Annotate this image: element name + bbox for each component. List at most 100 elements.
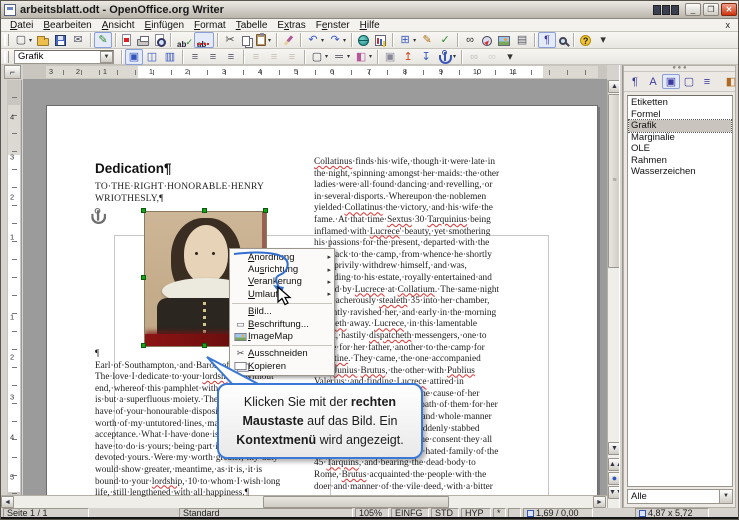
wrap-page-button[interactable]: ◫ bbox=[143, 49, 161, 65]
send-email-button[interactable]: ✉ bbox=[69, 32, 87, 48]
v-ruler[interactable]: 432112345 bbox=[7, 80, 22, 495]
paragraph-styles-button[interactable]: ¶ bbox=[626, 74, 644, 89]
undo-button[interactable]: ↶▾ bbox=[304, 32, 326, 48]
style-item-formel[interactable]: Formel bbox=[629, 109, 731, 121]
send-to-back-button[interactable]: ↧ bbox=[417, 49, 435, 65]
handle-mid-left[interactable] bbox=[141, 275, 146, 280]
new-document-button[interactable]: ▢▾ bbox=[12, 32, 34, 48]
toolbar-overflow-2-button[interactable]: ▾ bbox=[501, 49, 519, 65]
background-color-dropdown-icon[interactable]: ▾ bbox=[369, 53, 372, 60]
border-line-style-dropdown-icon[interactable]: ▾ bbox=[347, 53, 350, 60]
chevron-down-icon[interactable]: ▼ bbox=[719, 490, 732, 503]
context-item-bild[interactable]: Bild... bbox=[230, 306, 334, 318]
menu-ansicht[interactable]: Ansicht bbox=[97, 20, 140, 31]
gallery-button[interactable] bbox=[495, 32, 513, 48]
context-item-umlauf[interactable]: Umlauf▸ bbox=[230, 288, 334, 300]
cut-button[interactable]: ✂ bbox=[221, 32, 239, 48]
menu-bearbeiten[interactable]: Bearbeiten bbox=[38, 20, 96, 31]
close-document-button[interactable]: x bbox=[720, 20, 737, 30]
bring-to-front-button[interactable]: ↥ bbox=[399, 49, 417, 65]
handle-top-center[interactable] bbox=[202, 208, 207, 213]
context-item-anordnung[interactable]: Anordnung▸ bbox=[230, 251, 334, 263]
border-line-style-button[interactable]: ═▾ bbox=[330, 49, 352, 65]
redo-button[interactable]: ↷▾ bbox=[326, 32, 348, 48]
wrap-off-button[interactable]: ▣ bbox=[125, 49, 143, 65]
menu-datei[interactable]: Datei bbox=[5, 20, 38, 31]
page-preview-button[interactable] bbox=[152, 32, 167, 48]
open-button[interactable] bbox=[34, 32, 52, 48]
title-bar[interactable]: arbeitsblatt.odt - OpenOffice.org Writer… bbox=[1, 1, 739, 19]
context-item-verankerung[interactable]: Verankerung▸ bbox=[230, 276, 334, 288]
minimize-button[interactable]: _ bbox=[685, 3, 701, 16]
zoom-button[interactable] bbox=[556, 32, 570, 48]
find-replace-button[interactable]: ∞ bbox=[461, 32, 479, 48]
frame-styles-button[interactable]: ▣ bbox=[662, 74, 680, 89]
navigator-button[interactable] bbox=[479, 32, 495, 48]
context-item-ausrichtung[interactable]: Ausrichtung▸ bbox=[230, 263, 334, 275]
data-sources-button[interactable]: ▤ bbox=[513, 32, 531, 48]
menu-extras[interactable]: Extras bbox=[272, 20, 310, 31]
edit-file-button[interactable]: ✎ bbox=[94, 32, 112, 48]
nonprinting-characters-button[interactable]: ¶ bbox=[538, 32, 556, 48]
styles-filter-combobox[interactable]: Alle ▼ bbox=[627, 489, 733, 504]
save-button[interactable] bbox=[52, 32, 69, 48]
scroll-right-icon[interactable]: ► bbox=[593, 496, 606, 508]
character-styles-button[interactable]: A bbox=[644, 74, 662, 89]
menu-tabelle[interactable]: Tabelle bbox=[231, 20, 273, 31]
context-item-beschriftung[interactable]: ▭Beschriftung... bbox=[230, 318, 334, 330]
style-item-ole[interactable]: OLE bbox=[629, 143, 731, 155]
toolbar-grip-2[interactable] bbox=[4, 51, 9, 63]
paste-dropdown-icon[interactable]: ▾ bbox=[268, 37, 271, 44]
paste-button[interactable]: ▾ bbox=[253, 32, 273, 48]
h-ruler[interactable]: 3211234567891011 bbox=[23, 65, 607, 80]
align-right-button[interactable]: ≡ bbox=[222, 49, 240, 65]
style-item-grafik[interactable]: Grafik bbox=[629, 120, 731, 132]
anchor-icon[interactable] bbox=[90, 209, 105, 223]
handle-bottom-center[interactable] bbox=[202, 343, 207, 348]
menu-format[interactable]: Format bbox=[189, 20, 231, 31]
spellcheck-button[interactable] bbox=[174, 32, 194, 48]
wrap-through-button[interactable]: ▥ bbox=[161, 49, 179, 65]
scroll-left-icon[interactable]: ◄ bbox=[1, 496, 14, 508]
insert-table-button[interactable]: ⊞▾ bbox=[396, 32, 418, 48]
background-color-button[interactable]: ◧▾ bbox=[352, 49, 374, 65]
style-item-wasserzeichen[interactable]: Wasserzeichen bbox=[629, 166, 731, 178]
context-item-ausschneiden[interactable]: ✂Ausschneiden bbox=[230, 348, 334, 360]
align-center-button[interactable]: ≡ bbox=[204, 49, 222, 65]
chevron-down-icon[interactable]: ▼ bbox=[100, 51, 113, 63]
align-left-button[interactable]: ≡ bbox=[186, 49, 204, 65]
style-item-etiketten[interactable]: Etiketten bbox=[629, 97, 731, 109]
image-properties-button[interactable]: ▣ bbox=[381, 49, 399, 65]
style-item-marginalie[interactable]: Marginalie bbox=[629, 132, 731, 144]
auto-spellcheck-button[interactable] bbox=[194, 32, 214, 48]
list-styles-button[interactable]: ≡ bbox=[698, 74, 716, 89]
menu-fenster[interactable]: Fenster bbox=[311, 20, 355, 31]
context-item-kopieren[interactable]: Kopieren bbox=[230, 360, 334, 372]
undo-dropdown-icon[interactable]: ▾ bbox=[321, 37, 324, 44]
autoformat-button[interactable]: ✓ bbox=[436, 32, 454, 48]
handle-top-left[interactable] bbox=[141, 208, 146, 213]
tab-stop-selector[interactable]: ⌐ bbox=[4, 65, 21, 79]
page-styles-button[interactable]: ▢ bbox=[680, 74, 698, 89]
copy-button[interactable] bbox=[239, 32, 253, 48]
chart-button[interactable] bbox=[372, 32, 389, 48]
handle-bottom-left[interactable] bbox=[141, 343, 146, 348]
style-item-rahmen[interactable]: Rahmen bbox=[629, 155, 731, 167]
fill-format-mode-button[interactable]: ◧ bbox=[722, 74, 739, 89]
print-button[interactable] bbox=[134, 32, 152, 48]
help-button[interactable] bbox=[577, 32, 594, 48]
handle-top-right[interactable] bbox=[263, 208, 268, 213]
restore-button[interactable]: ❐ bbox=[703, 3, 719, 16]
context-item-imagemap[interactable]: ImageMap bbox=[230, 330, 334, 342]
draw-functions-button[interactable]: ✎ bbox=[418, 32, 436, 48]
close-button[interactable]: ✕ bbox=[721, 3, 737, 16]
format-paintbrush-button[interactable] bbox=[280, 32, 297, 48]
menu-hilfe[interactable]: Hilfe bbox=[355, 20, 385, 31]
borders-dropdown-icon[interactable]: ▾ bbox=[325, 53, 328, 60]
new-document-dropdown-icon[interactable]: ▾ bbox=[29, 37, 32, 44]
frame-style-combobox[interactable]: Grafik ▼ bbox=[14, 50, 114, 64]
toolbar-overflow-button[interactable]: ▾ bbox=[594, 32, 612, 48]
insert-table-dropdown-icon[interactable]: ▾ bbox=[413, 37, 416, 44]
export-pdf-button[interactable] bbox=[119, 32, 134, 48]
change-anchor-dropdown-icon[interactable]: ▾ bbox=[453, 53, 456, 60]
